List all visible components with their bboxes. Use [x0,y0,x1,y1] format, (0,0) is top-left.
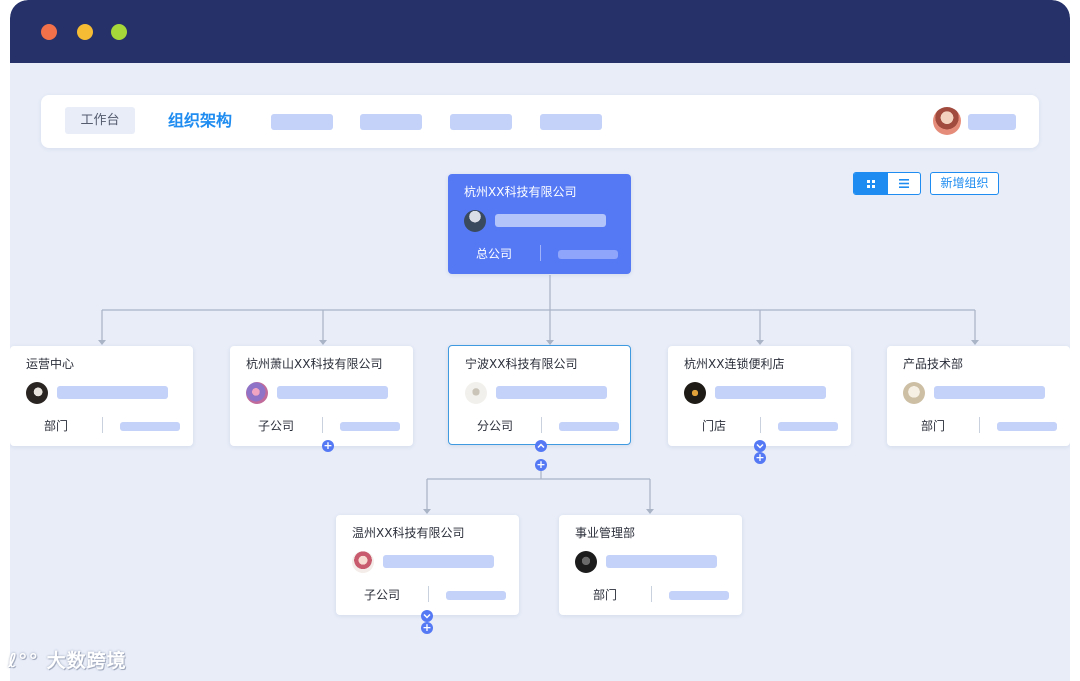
org-card-selected[interactable]: 宁波XX科技有限公司 分公司 [448,345,631,445]
org-avatar [352,551,374,573]
org-name: 产品技术部 [903,357,964,371]
divider [979,417,980,433]
expand-plus-icon[interactable]: + [535,459,547,471]
divider [102,417,103,433]
org-meta-placeholder [120,422,180,431]
org-type: 子公司 [363,588,400,602]
org-card[interactable]: 杭州萧山XX科技有限公司 子公司 [230,346,413,446]
watermark: ℓ°° 大数跨境 [8,648,127,674]
org-avatar [26,382,48,404]
org-card-root[interactable]: 杭州XX科技有限公司 总公司 [448,174,631,274]
org-meta-placeholder [669,591,729,600]
watermark-text: 大数跨境 [46,650,127,672]
collapse-chevron-icon[interactable] [535,440,547,452]
org-meta-placeholder [559,422,619,431]
org-type: 子公司 [257,419,294,433]
org-type: 部门 [592,588,617,602]
org-card[interactable]: 事业管理部 部门 [559,515,742,615]
org-type: 部门 [920,419,945,433]
divider [760,417,761,433]
org-info-placeholder [383,555,494,568]
org-connector-lines [98,275,979,514]
org-info-placeholder [277,386,388,399]
org-card[interactable]: 产品技术部 部门 [887,346,1070,446]
org-name: 温州XX科技有限公司 [352,526,465,540]
org-card[interactable]: 运营中心 部门 [10,346,193,446]
org-info-placeholder [606,555,717,568]
org-type: 总公司 [475,247,512,261]
org-card[interactable]: 杭州XX连锁便利店 门店 [668,346,851,446]
org-name: 事业管理部 [575,526,636,540]
divider [322,417,323,433]
org-info-placeholder [715,386,826,399]
org-avatar [575,551,597,573]
org-type: 门店 [701,419,726,433]
expand-plus-icon[interactable]: + [754,452,766,464]
org-avatar [246,382,268,404]
divider [428,586,429,602]
org-avatar [464,210,486,232]
org-name: 杭州萧山XX科技有限公司 [246,357,383,371]
org-name: 宁波XX科技有限公司 [465,357,578,371]
org-card[interactable]: 温州XX科技有限公司 子公司 [336,515,519,615]
org-meta-placeholder [446,591,506,600]
org-name: 杭州XX连锁便利店 [684,357,785,371]
org-meta-placeholder [558,250,618,259]
org-meta-placeholder [997,422,1057,431]
org-info-placeholder [496,386,607,399]
org-info-placeholder [495,214,606,227]
org-type: 分公司 [476,419,513,433]
org-info-placeholder [57,386,168,399]
org-meta-placeholder [778,422,838,431]
divider [651,586,652,602]
divider [541,417,542,433]
org-name: 杭州XX科技有限公司 [464,185,577,199]
org-avatar [903,382,925,404]
watermark-logo-icon: ℓ°° [8,650,39,672]
expand-plus-icon[interactable]: + [322,440,334,452]
app-window: 工作台 组织架构 新增组织 杭州XX科技有限公司 总公司 运营中心 部门 杭州萧… [10,0,1070,681]
divider [540,245,541,261]
org-type: 部门 [43,419,68,433]
expand-plus-icon[interactable]: + [421,622,433,634]
org-meta-placeholder [340,422,400,431]
org-avatar [465,382,487,404]
org-name: 运营中心 [26,357,75,371]
org-info-placeholder [934,386,1045,399]
org-avatar [684,382,706,404]
